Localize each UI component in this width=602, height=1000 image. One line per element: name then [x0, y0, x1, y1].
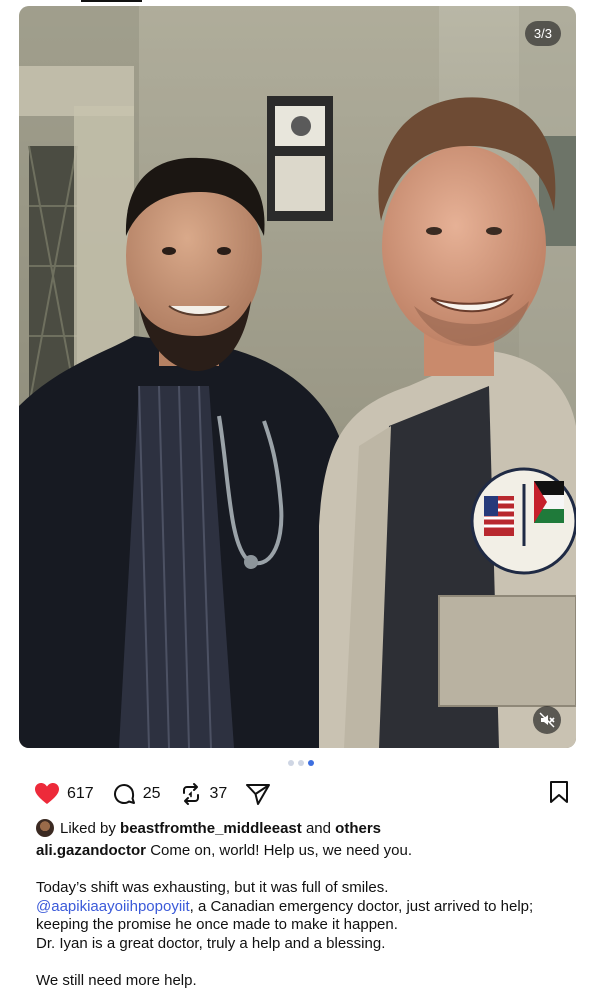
post-photo[interactable]: 3/3	[19, 6, 576, 748]
carousel-dots	[0, 760, 602, 766]
carousel-dot-active	[308, 760, 314, 766]
liked-by-others[interactable]: others	[335, 820, 381, 837]
liked-by-joiner: and	[305, 819, 331, 837]
repost-button[interactable]: 37	[179, 782, 228, 806]
caption-paragraph-line: Dr. Iyan is a great doctor, truly a help…	[36, 934, 386, 952]
top-tab-indicator	[81, 0, 142, 2]
liker-avatar	[36, 819, 54, 837]
send-paper-plane-icon	[246, 784, 271, 805]
caption-username[interactable]: ali.gazandoctor	[36, 842, 146, 859]
carousel-counter: 3/3	[524, 21, 561, 46]
liked-by-row[interactable]: Liked by beastfromthe_middleeast and oth…	[36, 819, 381, 837]
save-bookmark-button[interactable]	[548, 780, 570, 809]
photo-illustration	[19, 6, 576, 748]
bookmark-icon	[550, 780, 568, 803]
post-caption: ali.gazandoctor Come on, world! Help us,…	[36, 842, 576, 991]
comment-bubble-icon	[113, 784, 135, 804]
caption-paragraph-line: Today’s shift was exhausting, but it was…	[36, 879, 389, 897]
liked-by-user[interactable]: beastfromthe_middleeast	[120, 820, 302, 837]
repost-icon	[182, 783, 199, 805]
caption-paragraph-line: We still need more help.	[36, 972, 197, 990]
mute-button[interactable]	[533, 706, 561, 734]
caption-first-line: Come on, world! Help us, we need you.	[150, 842, 413, 859]
speaker-muted-icon	[539, 712, 555, 728]
caption-paragraph-line: , a Canadian emergency doctor, just arri…	[189, 897, 534, 915]
carousel-dot	[288, 760, 294, 766]
share-button[interactable]	[245, 782, 271, 806]
like-count: 617	[67, 785, 94, 802]
repost-count: 37	[209, 785, 228, 802]
comment-button[interactable]: 25	[112, 782, 161, 806]
carousel-dot	[298, 760, 304, 766]
comment-count: 25	[142, 785, 161, 802]
caption-paragraph-line: keeping the promise he once made to make…	[36, 916, 398, 934]
like-button[interactable]: 617	[34, 782, 94, 806]
action-bar: 617 25 37	[34, 780, 570, 808]
caption-mention-link[interactable]: @aapikiaayoiihpopoyiit	[36, 898, 190, 915]
liked-by-prefix: Liked by	[60, 819, 116, 837]
heart-filled-icon	[35, 783, 59, 804]
